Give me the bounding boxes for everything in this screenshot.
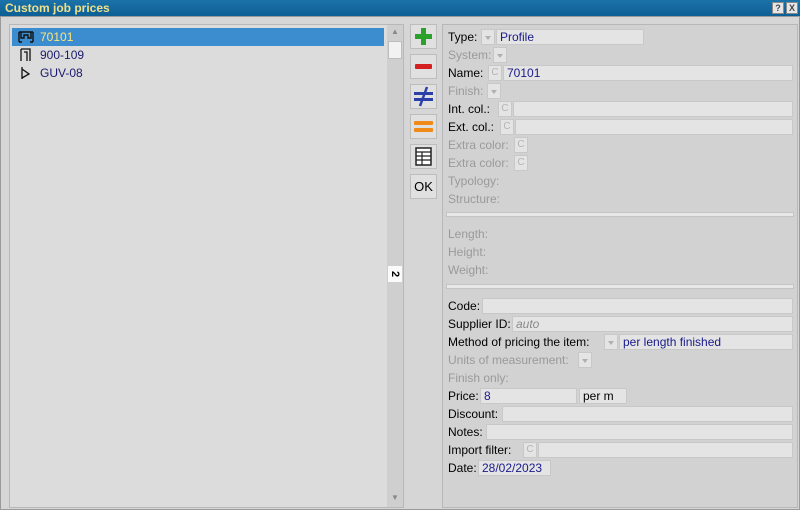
- scroll-down-icon[interactable]: ▼: [387, 491, 403, 505]
- units-label: Units of measurement:: [448, 353, 569, 367]
- extra-color-2-label: Extra color:: [448, 156, 509, 170]
- remove-button[interactable]: [410, 54, 437, 79]
- details-form: Type: Profile System: Name: C 70101 Fini…: [442, 24, 798, 508]
- close-button[interactable]: X: [786, 2, 798, 14]
- price-unit-field[interactable]: per m: [579, 388, 627, 404]
- gasket-profile-icon: [21, 67, 31, 79]
- add-button[interactable]: [410, 24, 437, 49]
- date-field[interactable]: 28/02/2023: [478, 460, 551, 476]
- extra-color-1-label: Extra color:: [448, 138, 509, 152]
- list-item-label: 900-109: [40, 48, 85, 62]
- equal-button[interactable]: [410, 114, 437, 139]
- system-dropdown[interactable]: [493, 47, 507, 63]
- import-filter-label: Import filter:: [448, 443, 512, 457]
- extra-color-1-c-button[interactable]: C: [514, 137, 528, 153]
- ext-col-label: Ext. col.:: [448, 120, 495, 134]
- supplier-id-label: Supplier ID:: [448, 317, 511, 331]
- list-item[interactable]: 70101: [12, 28, 384, 46]
- pricing-method-field[interactable]: per length finished: [619, 334, 793, 350]
- date-label: Date:: [448, 461, 477, 475]
- main-window: 70101 900-109 GUV-08 ▲ 2 ▼ OK Type: Prof…: [0, 16, 800, 510]
- window-titlebar: Custom job prices: [0, 0, 800, 16]
- height-label: Height:: [448, 245, 487, 259]
- import-filter-field[interactable]: [538, 442, 793, 458]
- profile-section-icon: [18, 31, 34, 43]
- discount-field[interactable]: [502, 406, 793, 422]
- type-dropdown[interactable]: [481, 29, 495, 45]
- finish-only-label: Finish only:: [448, 371, 509, 385]
- scroll-up-icon[interactable]: ▲: [387, 25, 403, 39]
- type-label: Type:: [448, 30, 478, 44]
- ext-col-field[interactable]: [515, 119, 793, 135]
- plus-icon: [415, 28, 432, 45]
- notes-field[interactable]: [486, 424, 793, 440]
- item-list: 70101 900-109 GUV-08 ▲ 2 ▼: [9, 24, 404, 508]
- section-divider: [446, 212, 794, 217]
- extra-color-2-c-button[interactable]: C: [514, 155, 528, 171]
- typology-label: Typology:: [448, 174, 500, 188]
- ok-button[interactable]: OK: [410, 174, 437, 199]
- window-title: Custom job prices: [5, 1, 110, 15]
- system-label: System:: [448, 48, 492, 62]
- price-field[interactable]: 8: [480, 388, 577, 404]
- list-item-label: 70101: [40, 30, 74, 44]
- not-equal-button[interactable]: [410, 84, 437, 109]
- minus-icon: [415, 64, 432, 69]
- table-button[interactable]: [410, 144, 437, 169]
- list-item[interactable]: 900-109: [12, 46, 384, 64]
- discount-label: Discount:: [448, 407, 499, 421]
- not-equal-icon: [414, 86, 433, 107]
- import-filter-c-button[interactable]: C: [523, 442, 537, 458]
- units-dropdown[interactable]: [578, 352, 592, 368]
- type-field[interactable]: Profile: [496, 29, 644, 45]
- notes-label: Notes:: [448, 425, 483, 439]
- int-col-label: Int. col.:: [448, 102, 491, 116]
- weight-label: Weight:: [448, 263, 489, 277]
- supplier-id-field[interactable]: auto: [512, 316, 793, 332]
- frame-profile-icon: [20, 48, 31, 61]
- pricing-method-label: Method of pricing the item:: [448, 335, 590, 349]
- pricing-method-dropdown[interactable]: [604, 334, 618, 350]
- list-item-label: GUV-08: [40, 66, 83, 80]
- structure-label: Structure:: [448, 192, 501, 206]
- finish-dropdown[interactable]: [487, 83, 501, 99]
- scroll-counter: 2: [388, 266, 402, 282]
- section-divider: [446, 284, 794, 289]
- equal-icon: [414, 121, 433, 132]
- name-c-button[interactable]: C: [488, 65, 502, 81]
- ext-col-c-button[interactable]: C: [500, 119, 514, 135]
- name-field[interactable]: 70101: [503, 65, 793, 81]
- int-col-field[interactable]: [513, 101, 793, 117]
- int-col-c-button[interactable]: C: [498, 101, 512, 117]
- list-scrollbar[interactable]: ▲ 2 ▼: [387, 25, 403, 507]
- help-button[interactable]: ?: [772, 2, 784, 14]
- finish-label: Finish:: [448, 84, 484, 98]
- list-item[interactable]: GUV-08: [12, 64, 384, 82]
- price-label: Price:: [448, 389, 479, 403]
- code-field[interactable]: [482, 298, 793, 314]
- scroll-thumb[interactable]: [388, 41, 402, 59]
- name-label: Name:: [448, 66, 484, 80]
- table-icon: [415, 147, 432, 166]
- length-label: Length:: [448, 227, 489, 241]
- code-label: Code:: [448, 299, 481, 313]
